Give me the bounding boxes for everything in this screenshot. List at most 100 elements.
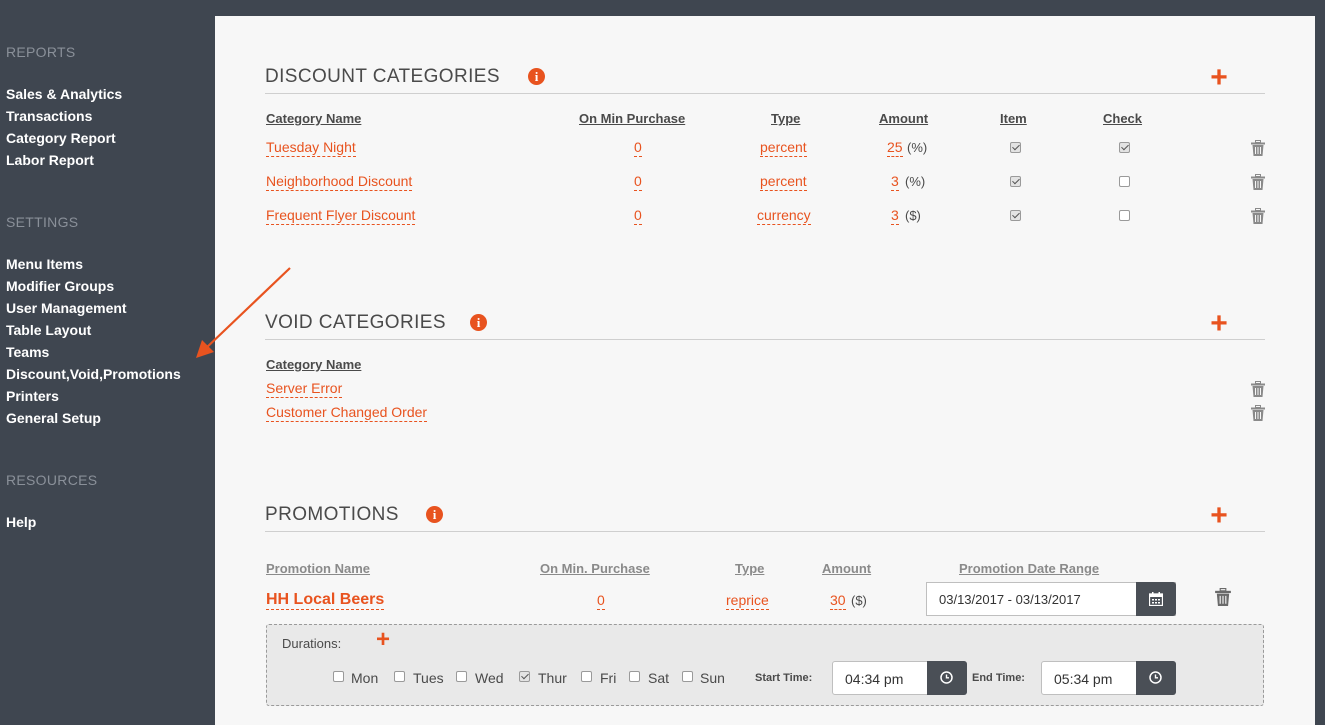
- reports-heading: REPORTS: [6, 44, 76, 60]
- date-range-input[interactable]: 03/13/2017 - 03/13/2017: [926, 582, 1176, 616]
- promotion-min[interactable]: 0: [597, 592, 605, 610]
- annotation-arrow-icon: [196, 267, 291, 358]
- discount-unit: (%): [905, 174, 926, 189]
- discount-type[interactable]: currency: [757, 207, 811, 225]
- sidebar: REPORTS Sales & Analytics Transactions C…: [0, 0, 215, 725]
- col-on-min-purchase[interactable]: On Min Purchase: [579, 111, 685, 126]
- date-range-value: 03/13/2017 - 03/13/2017: [939, 592, 1081, 607]
- promotion-type[interactable]: reprice: [726, 592, 769, 610]
- resources-heading: RESOURCES: [6, 472, 98, 488]
- day-label-sat: Sat: [648, 670, 670, 686]
- sidebar-item-general-setup[interactable]: General Setup: [6, 410, 101, 426]
- start-time-value: 04:34 pm: [845, 671, 904, 687]
- day-checkbox-sun[interactable]: [682, 671, 693, 682]
- sidebar-item-menu-items[interactable]: Menu Items: [6, 256, 83, 272]
- discount-name[interactable]: Neighborhood Discount: [266, 173, 413, 191]
- check-checkbox[interactable]: [1119, 210, 1130, 221]
- sidebar-item-modifier-groups[interactable]: Modifier Groups: [6, 278, 114, 294]
- sidebar-item-discount-void-promotions[interactable]: Discount,Void,Promotions: [6, 366, 181, 382]
- sidebar-item-category-report[interactable]: Category Report: [6, 130, 116, 146]
- end-time-label: End Time:: [972, 672, 1025, 684]
- trash-icon[interactable]: [1215, 588, 1231, 606]
- discount-type[interactable]: percent: [760, 173, 807, 191]
- main-panel: DISCOUNT CATEGORIES i + Category Name On…: [215, 16, 1315, 725]
- discount-amount[interactable]: 3: [891, 173, 899, 191]
- sidebar-item-transactions[interactable]: Transactions: [6, 108, 92, 124]
- check-checkbox[interactable]: [1119, 142, 1130, 153]
- discount-info-icon[interactable]: i: [528, 68, 545, 85]
- item-checkbox[interactable]: [1010, 142, 1021, 153]
- col-item[interactable]: Item: [1000, 111, 1027, 126]
- item-checkbox[interactable]: [1010, 210, 1021, 221]
- add-discount-plus-icon[interactable]: +: [1208, 63, 1230, 93]
- sidebar-item-labor-report[interactable]: Labor Report: [6, 152, 94, 168]
- add-void-plus-icon[interactable]: +: [1208, 309, 1230, 339]
- discount-type[interactable]: percent: [760, 139, 807, 157]
- day-label-sun: Sun: [700, 670, 725, 686]
- trash-icon[interactable]: [1251, 381, 1265, 397]
- day-checkbox-wed[interactable]: [456, 671, 467, 682]
- day-label-fri: Fri: [600, 670, 617, 686]
- sidebar-item-table-layout[interactable]: Table Layout: [6, 322, 91, 338]
- discount-amount[interactable]: 3: [891, 207, 899, 225]
- day-checkbox-sat[interactable]: [629, 671, 640, 682]
- day-checkbox-fri[interactable]: [581, 671, 592, 682]
- end-time-input[interactable]: 05:34 pm: [1041, 661, 1176, 695]
- promotions-divider: [265, 531, 1265, 532]
- end-time-value: 05:34 pm: [1054, 671, 1113, 687]
- calendar-icon: [1149, 592, 1163, 606]
- start-time-button[interactable]: [927, 661, 967, 695]
- trash-icon[interactable]: [1251, 208, 1265, 224]
- day-checkbox-thur[interactable]: [519, 671, 530, 682]
- discount-name[interactable]: Tuesday Night: [266, 139, 356, 157]
- item-checkbox[interactable]: [1010, 176, 1021, 187]
- trash-icon[interactable]: [1251, 140, 1265, 156]
- add-promotion-plus-icon[interactable]: +: [1208, 501, 1230, 531]
- col-type[interactable]: Type: [771, 111, 800, 126]
- promotions-info-icon[interactable]: i: [426, 506, 443, 523]
- col-category-name[interactable]: Category Name: [266, 111, 361, 126]
- start-time-input[interactable]: 04:34 pm: [832, 661, 967, 695]
- day-label-thur: Thur: [538, 670, 567, 686]
- discount-min[interactable]: 0: [634, 139, 642, 157]
- trash-icon[interactable]: [1251, 405, 1265, 421]
- clock-icon: [1149, 671, 1162, 684]
- discount-min[interactable]: 0: [634, 207, 642, 225]
- promo-col-type[interactable]: Type: [735, 561, 764, 576]
- day-checkbox-tues[interactable]: [394, 671, 405, 682]
- void-name[interactable]: Server Error: [266, 380, 343, 398]
- sidebar-item-sales-analytics[interactable]: Sales & Analytics: [6, 86, 122, 102]
- discount-unit: ($): [905, 208, 921, 223]
- promo-col-date-range[interactable]: Promotion Date Range: [959, 561, 1099, 576]
- promo-col-name[interactable]: Promotion Name: [266, 561, 370, 576]
- day-label-wed: Wed: [475, 670, 504, 686]
- discount-amount[interactable]: 25: [887, 139, 903, 157]
- sidebar-item-user-management[interactable]: User Management: [6, 300, 127, 316]
- discount-min[interactable]: 0: [634, 173, 642, 191]
- day-label-mon: Mon: [351, 670, 379, 686]
- void-name[interactable]: Customer Changed Order: [266, 404, 428, 422]
- void-divider: [265, 339, 1265, 340]
- trash-icon[interactable]: [1251, 174, 1265, 190]
- col-amount[interactable]: Amount: [879, 111, 928, 126]
- discount-name[interactable]: Frequent Flyer Discount: [266, 207, 416, 225]
- calendar-button[interactable]: [1136, 582, 1176, 616]
- durations-panel: Durations: + Mon Tues Wed Thur Fri Sat S…: [266, 624, 1264, 706]
- day-checkbox-mon[interactable]: [333, 671, 344, 682]
- sidebar-item-teams[interactable]: Teams: [6, 344, 49, 360]
- promotions-title: PROMOTIONS: [265, 504, 399, 525]
- end-time-button[interactable]: [1136, 661, 1176, 695]
- day-label-tues: Tues: [413, 670, 444, 686]
- durations-label: Durations:: [282, 636, 342, 651]
- promotion-name[interactable]: HH Local Beers: [266, 590, 385, 610]
- add-duration-plus-icon[interactable]: +: [372, 628, 394, 652]
- col-check[interactable]: Check: [1103, 111, 1142, 126]
- promotion-amount[interactable]: 30: [830, 592, 846, 610]
- sidebar-item-help[interactable]: Help: [6, 514, 36, 530]
- sidebar-item-printers[interactable]: Printers: [6, 388, 59, 404]
- check-checkbox[interactable]: [1119, 176, 1130, 187]
- void-info-icon[interactable]: i: [470, 314, 487, 331]
- discount-categories-title: DISCOUNT CATEGORIES: [265, 66, 500, 87]
- promo-col-amount[interactable]: Amount: [822, 561, 871, 576]
- promo-col-min[interactable]: On Min. Purchase: [540, 561, 650, 576]
